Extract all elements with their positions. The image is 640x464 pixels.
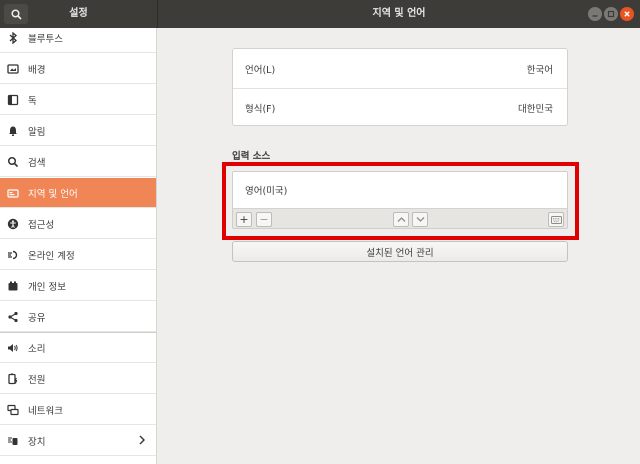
search-icon — [10, 8, 22, 20]
devices-icon — [6, 434, 20, 448]
manage-installed-languages-button[interactable]: 설치된 언어 관리 — [232, 241, 568, 262]
sidebar-item-label: 소리 — [28, 343, 46, 355]
language-row[interactable]: 언어(L) 한국어 — [233, 49, 567, 88]
input-sources-heading: 입력 소스 — [232, 151, 271, 162]
sidebar-item-label: 온라인 계정 — [28, 250, 75, 262]
share-icon — [6, 310, 20, 324]
sidebar-item-label: 공유 — [28, 312, 46, 324]
accessibility-icon — [6, 217, 20, 231]
search-button[interactable] — [4, 4, 28, 24]
window-title: 지역 및 언어 — [372, 8, 426, 19]
sidebar-item-background[interactable]: 배경 — [0, 54, 156, 84]
formats-row[interactable]: 형식(F) 대한민국 — [233, 88, 567, 127]
sidebar-item-label: 검색 — [28, 157, 46, 169]
sidebar-item-label: 블루투스 — [28, 33, 63, 45]
sidebar-item-label: 접근성 — [28, 219, 55, 231]
sidebar-item-bluetooth[interactable]: 블루투스 — [0, 28, 156, 53]
sound-icon — [6, 341, 20, 355]
window-controls — [588, 7, 634, 21]
title-bar: 설정 지역 및 언어 — [0, 0, 640, 28]
highlight-box — [222, 162, 579, 240]
sidebar-item-network[interactable]: 네트워크 — [0, 395, 156, 425]
search-icon — [6, 155, 20, 169]
language-label: 언어(L) — [245, 64, 276, 76]
sidebar-item-power[interactable]: 전원 — [0, 364, 156, 394]
sidebar-item-label: 장치 — [28, 436, 46, 448]
sidebar-item-sound[interactable]: 소리 — [0, 333, 156, 363]
chevron-right-icon — [139, 435, 145, 445]
sidebar-item-label: 개인 정보 — [28, 281, 66, 293]
bell-icon — [6, 124, 20, 138]
formats-value: 대한민국 — [518, 104, 553, 115]
maximize-button[interactable] — [604, 7, 618, 21]
main-panel: 언어(L) 한국어 형식(F) 대한민국 입력 소스 영어(미국) + − 설치… — [158, 28, 640, 464]
close-button[interactable] — [620, 7, 634, 21]
sidebar-item-notifications[interactable]: 알림 — [0, 116, 156, 146]
sidebar-item-label: 배경 — [28, 64, 46, 76]
sidebar-item-label: 지역 및 언어 — [28, 188, 78, 200]
privacy-icon — [6, 279, 20, 293]
online-accounts-icon — [6, 248, 20, 262]
sidebar: 블루투스 배경 독 알림 검색 지역 및 언어 접근성 온라인 계정 개인 정보… — [0, 28, 157, 464]
sidebar-item-accessibility[interactable]: 접근성 — [0, 209, 156, 239]
sidebar-item-devices[interactable]: 장치 — [0, 426, 156, 456]
maximize-icon — [607, 10, 615, 18]
language-format-card: 언어(L) 한국어 형식(F) 대한민국 — [232, 48, 568, 126]
sidebar-item-online-accounts[interactable]: 온라인 계정 — [0, 240, 156, 270]
network-icon — [6, 403, 20, 417]
sidebar-item-privacy[interactable]: 개인 정보 — [0, 271, 156, 301]
minimize-button[interactable] — [588, 7, 602, 21]
sidebar-item-label: 알림 — [28, 126, 46, 138]
sidebar-item-search[interactable]: 검색 — [0, 147, 156, 177]
sidebar-item-label: 네트워크 — [28, 405, 63, 417]
power-icon — [6, 372, 20, 386]
sidebar-item-label: 전원 — [28, 374, 46, 386]
region-icon — [6, 186, 20, 200]
sidebar-item-sharing[interactable]: 공유 — [0, 302, 156, 332]
formats-label: 형식(F) — [245, 104, 276, 115]
sidebar-item-label: 독 — [28, 95, 37, 107]
sidebar-item-region-language[interactable]: 지역 및 언어 — [0, 178, 156, 208]
bluetooth-icon — [6, 31, 20, 45]
sidebar-item-dock[interactable]: 독 — [0, 85, 156, 115]
minimize-icon — [592, 15, 598, 17]
close-icon — [624, 11, 630, 17]
dock-icon — [6, 93, 20, 107]
language-value: 한국어 — [526, 64, 553, 76]
background-icon — [6, 62, 20, 76]
